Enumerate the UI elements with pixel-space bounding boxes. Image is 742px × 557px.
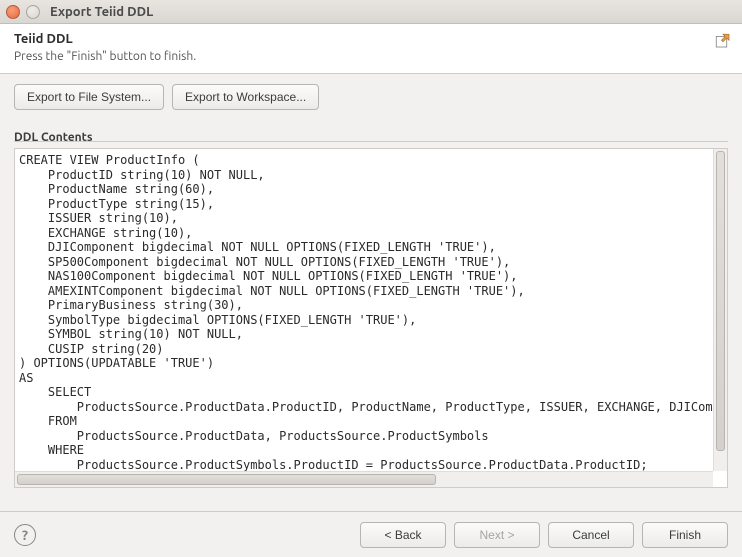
close-icon[interactable]: [6, 5, 20, 19]
page-subtitle: Press the "Finish" button to finish.: [14, 50, 728, 63]
ddl-text[interactable]: CREATE VIEW ProductInfo ( ProductID stri…: [19, 153, 713, 471]
ddl-scroll-area[interactable]: CREATE VIEW ProductInfo ( ProductID stri…: [15, 149, 713, 471]
titlebar: Export Teiid DDL: [0, 0, 742, 24]
window-title: Export Teiid DDL: [50, 5, 153, 19]
wizard-footer: ? < Back Next > Cancel Finish: [0, 511, 742, 557]
wizard-body: Export to File System... Export to Works…: [0, 74, 742, 488]
vertical-scroll-thumb[interactable]: [716, 151, 725, 451]
help-icon[interactable]: ?: [14, 524, 36, 546]
page-title: Teiid DDL: [14, 32, 728, 46]
minimize-icon[interactable]: [26, 5, 40, 19]
horizontal-scrollbar[interactable]: [15, 471, 713, 487]
export-icon: [714, 32, 732, 50]
export-file-system-button[interactable]: Export to File System...: [14, 84, 164, 110]
cancel-button[interactable]: Cancel: [548, 522, 634, 548]
vertical-scrollbar[interactable]: [713, 149, 727, 471]
help-icon-label: ?: [22, 527, 28, 543]
export-workspace-button[interactable]: Export to Workspace...: [172, 84, 319, 110]
ddl-section: CREATE VIEW ProductInfo ( ProductID stri…: [14, 141, 728, 488]
horizontal-scroll-thumb[interactable]: [17, 474, 436, 485]
ddl-contents-box: CREATE VIEW ProductInfo ( ProductID stri…: [14, 148, 728, 488]
wizard-header: Teiid DDL Press the "Finish" button to f…: [0, 24, 742, 74]
next-button: Next >: [454, 522, 540, 548]
finish-button[interactable]: Finish: [642, 522, 728, 548]
back-button[interactable]: < Back: [360, 522, 446, 548]
